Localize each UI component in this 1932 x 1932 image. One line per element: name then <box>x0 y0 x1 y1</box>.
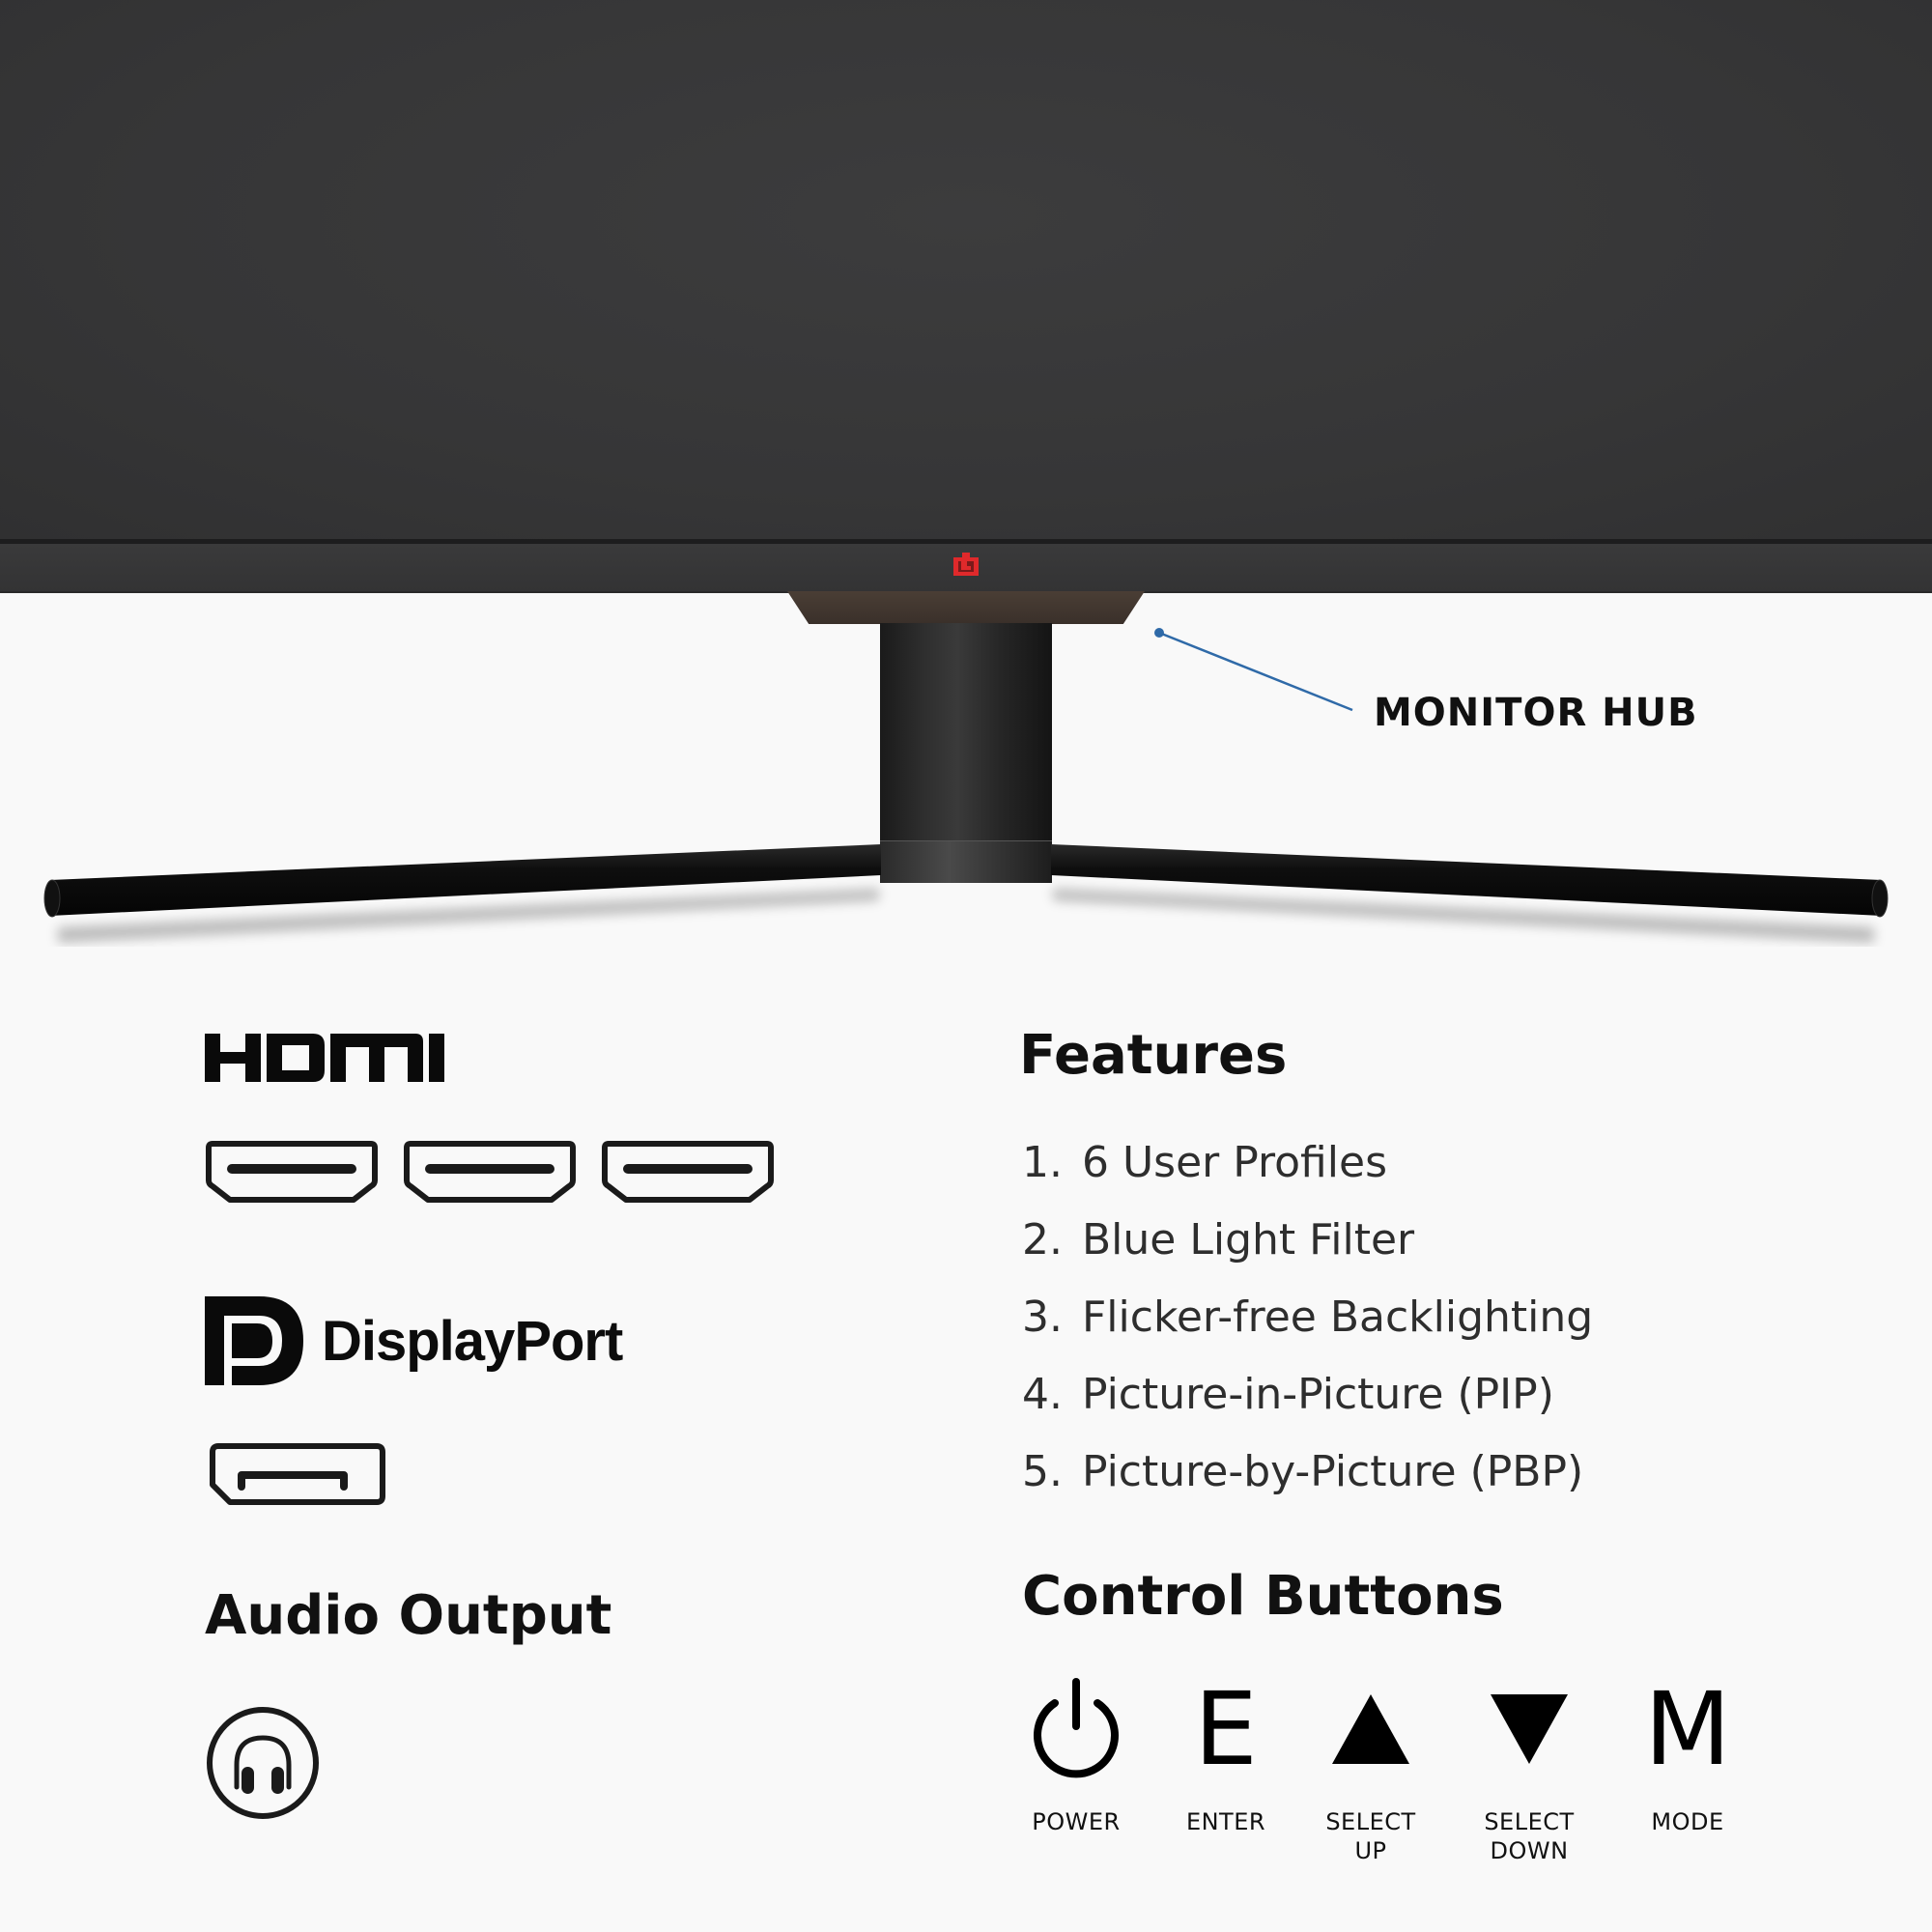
monitor-hub-label: MONITOR HUB <box>1374 691 1698 735</box>
monitor-hub <box>787 591 1145 624</box>
control-select-up: SELECT UP <box>1298 1676 1443 1865</box>
displayport-logo-icon <box>205 1296 303 1385</box>
hdmi-port-icon <box>206 1141 378 1203</box>
control-label: SELECT UP <box>1325 1808 1416 1864</box>
triangle-down-icon <box>1491 1694 1568 1764</box>
control-select-down: SELECT DOWN <box>1457 1676 1602 1865</box>
power-icon <box>1034 1678 1119 1778</box>
feature-text: 6 User Profiles <box>1082 1138 1387 1187</box>
control-label: POWER <box>1032 1808 1121 1835</box>
feature-number: 1. <box>1022 1138 1063 1187</box>
control-enter: E ENTER <box>1153 1676 1298 1836</box>
control-power: POWER <box>1004 1676 1149 1836</box>
stand-leg-right-end <box>1871 879 1889 918</box>
headphones-icon <box>207 1707 319 1819</box>
enter-icon: E <box>1194 1670 1258 1788</box>
feature-text: Picture-by-Picture (PBP) <box>1082 1447 1584 1496</box>
brand-logo-icon <box>953 553 979 576</box>
feature-number: 3. <box>1022 1293 1063 1342</box>
audio-output-title: Audio Output <box>205 1584 612 1647</box>
monitor-screen <box>0 0 1932 539</box>
features-title: Features <box>1019 1024 1288 1087</box>
stand-leg-left-end <box>43 879 61 918</box>
hdmi-port-icon <box>602 1141 774 1203</box>
feature-item: 3. Flicker-free Backlighting <box>1022 1293 1593 1342</box>
feature-number: 4. <box>1022 1370 1063 1419</box>
control-buttons-title: Control Buttons <box>1022 1565 1504 1628</box>
feature-text: Picture-in-Picture (PIP) <box>1082 1370 1554 1419</box>
feature-item: 5. Picture-by-Picture (PBP) <box>1022 1447 1583 1496</box>
control-mode: M MODE <box>1615 1676 1760 1836</box>
feature-item: 1. 6 User Profiles <box>1022 1138 1387 1187</box>
feature-item: 4. Picture-in-Picture (PIP) <box>1022 1370 1554 1419</box>
displayport-port-icon <box>210 1443 385 1505</box>
control-label: SELECT DOWN <box>1484 1808 1575 1864</box>
hdmi-port-icon <box>404 1141 576 1203</box>
feature-item: 2. Blue Light Filter <box>1022 1215 1414 1264</box>
control-label: MODE <box>1651 1808 1724 1835</box>
control-label: ENTER <box>1185 1808 1266 1835</box>
stand-legs <box>43 844 1889 943</box>
displayport-logo-text: DisplayPort <box>322 1310 623 1373</box>
triangle-up-icon <box>1332 1694 1409 1764</box>
feature-number: 5. <box>1022 1447 1063 1496</box>
feature-number: 2. <box>1022 1215 1063 1264</box>
mode-icon: M <box>1644 1670 1731 1788</box>
feature-text: Flicker-free Backlighting <box>1082 1293 1594 1342</box>
feature-text: Blue Light Filter <box>1082 1215 1415 1264</box>
hdmi-logo-icon <box>205 1034 444 1082</box>
